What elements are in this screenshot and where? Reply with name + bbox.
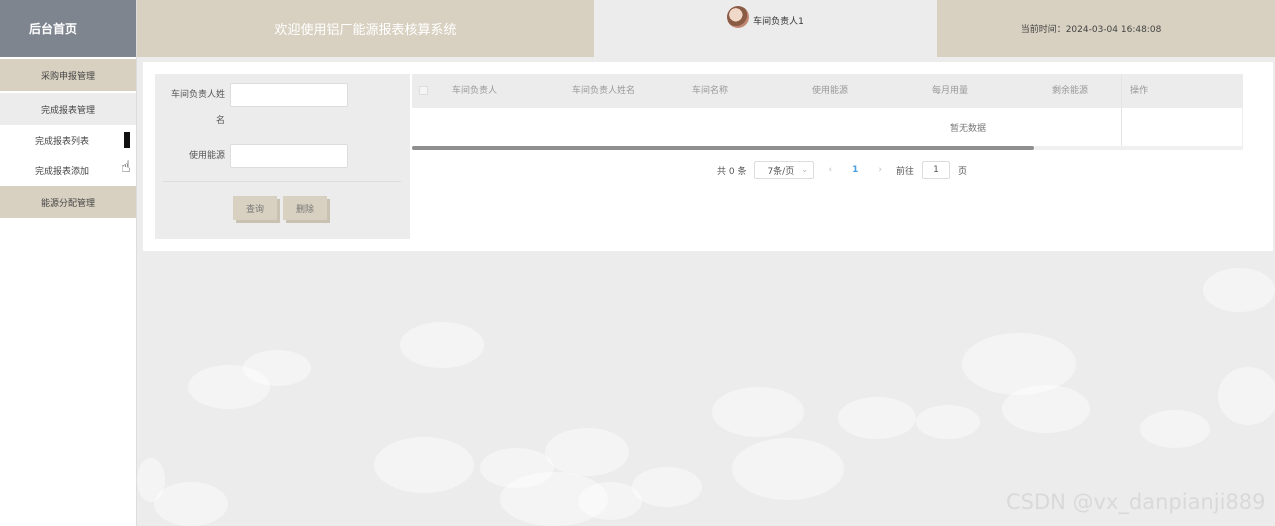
goto-label: 前往 <box>895 166 914 177</box>
page-size-value: 7条/页 <box>767 166 795 177</box>
sidebar-subitem-report-add[interactable]: 完成报表添加 ☝ <box>0 155 136 185</box>
column-header: 剩余能源 <box>1052 86 1089 96</box>
sidebar-subitem-label: 完成报表列表 <box>34 136 89 147</box>
sidebar-subitem-label: 完成报表添加 <box>34 166 89 177</box>
panel-divider <box>163 181 401 182</box>
bokeh-decoration <box>545 428 629 476</box>
current-time: 当前时间：2024-03-04 16:48:08 <box>937 0 1275 57</box>
sidebar-item-purchase-report[interactable]: 采购申报管理 <box>0 59 136 91</box>
total-count: 共 0 条 <box>717 166 747 177</box>
bokeh-decoration <box>838 397 916 439</box>
sidebar-home-link[interactable]: 后台首页 <box>0 0 136 57</box>
text-cursor-marker <box>124 132 130 148</box>
name-field-label: 车间负责人姓名 <box>170 90 225 126</box>
query-button[interactable]: 查询 <box>233 196 277 220</box>
empty-state-text: 暂无数据 <box>950 124 987 134</box>
sidebar-item-report-management[interactable]: 完成报表管理 <box>0 93 136 125</box>
bokeh-decoration <box>916 405 980 439</box>
table-header: 车间负责人 车间负责人姓名 车间名称 使用能源 每月用量 剩余能源 操作 <box>412 74 1243 108</box>
bokeh-decoration <box>1002 385 1090 433</box>
column-header: 车间名称 <box>692 86 729 96</box>
bokeh-decoration <box>137 458 165 502</box>
avatar <box>727 6 750 28</box>
column-header: 使用能源 <box>812 86 849 96</box>
energy-search-input[interactable] <box>230 144 348 168</box>
chevron-down-icon: ⌄ <box>800 165 809 175</box>
goto-suffix: 页 <box>957 166 967 177</box>
sidebar-subitem-report-list[interactable]: 完成报表列表 <box>0 125 136 155</box>
bokeh-decoration <box>154 482 228 526</box>
search-panel: 车间负责人姓名 使用能源 查询 删除 <box>155 74 410 239</box>
bokeh-decoration <box>1140 410 1210 448</box>
user-name: 车间负责人1 <box>753 17 804 27</box>
delete-button[interactable]: 删除 <box>283 196 327 220</box>
scrollbar-thumb[interactable] <box>412 146 1034 150</box>
column-header: 车间负责人 <box>452 86 498 96</box>
select-all-checkbox[interactable] <box>419 86 428 95</box>
goto-page-input[interactable]: 1 <box>921 161 950 179</box>
bokeh-decoration <box>400 322 484 368</box>
hand-pointer-icon: ☝ <box>121 157 131 176</box>
bokeh-decoration <box>374 437 474 493</box>
next-page-icon[interactable]: › <box>872 165 888 175</box>
name-search-input[interactable] <box>230 83 348 107</box>
horizontal-scrollbar[interactable] <box>412 146 1243 150</box>
bokeh-decoration <box>712 387 804 437</box>
data-table: 车间负责人 车间负责人姓名 车间名称 使用能源 每月用量 剩余能源 操作 暂无数… <box>412 74 1243 150</box>
bokeh-decoration <box>1218 367 1275 425</box>
page-title: 欢迎使用铝厂能源报表核算系统 <box>137 0 594 57</box>
fixed-column-divider <box>1121 74 1122 146</box>
page-number[interactable]: 1 <box>846 165 864 175</box>
content-card: 车间负责人姓名 使用能源 查询 删除 车间负责人 车间负责人姓名 车间名称 使用… <box>143 62 1273 251</box>
column-header: 每月用量 <box>932 86 969 96</box>
page-size-select[interactable]: 7条/页 ⌄ <box>754 161 815 179</box>
sidebar: 后台首页 采购申报管理 完成报表管理 完成报表列表 完成报表添加 ☝ 能源分配管… <box>0 0 137 526</box>
top-header: 欢迎使用铝厂能源报表核算系统 车间负责人1 当前时间：2024-03-04 16… <box>137 0 1275 57</box>
bokeh-decoration <box>632 467 702 507</box>
bokeh-decoration <box>732 438 844 500</box>
watermark: CSDN @vx_danpianji889 <box>1006 490 1266 514</box>
energy-field-label: 使用能源 <box>188 151 225 161</box>
bokeh-decoration <box>188 365 270 409</box>
prev-page-icon[interactable]: ‹ <box>822 165 838 175</box>
pagination: 共 0 条 7条/页 ⌄ ‹ 1 › 前往 1 页 <box>717 161 967 179</box>
sidebar-item-energy-allocation[interactable]: 能源分配管理 <box>0 186 136 218</box>
column-header: 操作 <box>1130 86 1149 96</box>
user-menu[interactable]: 车间负责人1 <box>594 0 937 57</box>
table-body: 暂无数据 <box>412 108 1243 146</box>
column-header: 车间负责人姓名 <box>572 86 636 96</box>
bokeh-decoration <box>1203 268 1275 312</box>
